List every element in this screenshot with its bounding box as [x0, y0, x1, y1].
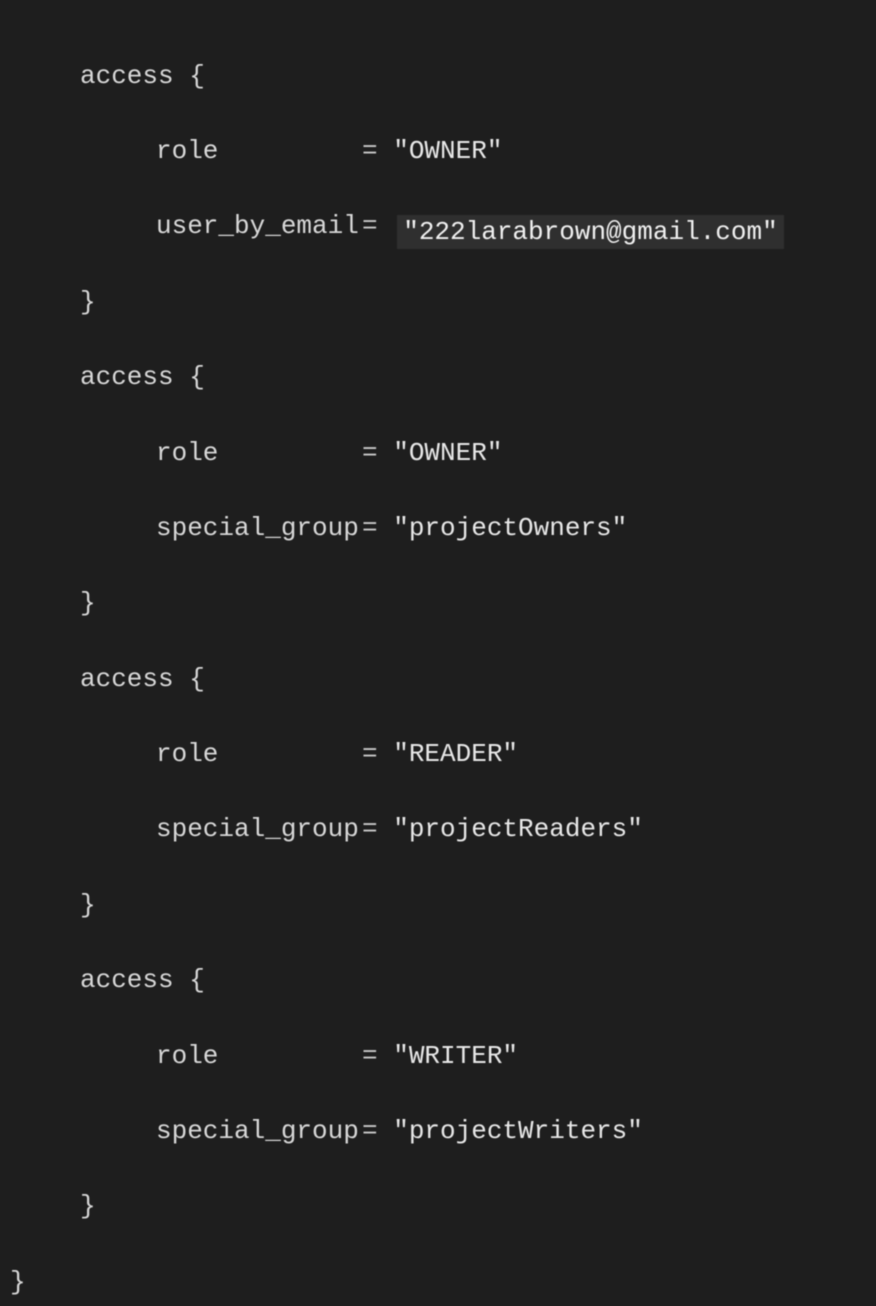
- code-line: special_group= "projectReaders": [0, 811, 876, 849]
- code-line: }: [0, 284, 876, 322]
- equals-sign: =: [362, 438, 378, 468]
- value-role: "WRITER": [393, 1041, 518, 1071]
- code-line: }: [0, 1188, 876, 1226]
- close-brace: }: [80, 287, 96, 317]
- value-special-group: "projectOwners": [393, 513, 627, 543]
- key-special-group: special_group: [156, 811, 362, 849]
- code-line: access {: [0, 962, 876, 1000]
- equals-sign: =: [362, 136, 378, 166]
- code-line: role= "OWNER": [0, 435, 876, 473]
- key-user-by-email: user_by_email: [156, 208, 362, 246]
- value-role: "OWNER": [393, 136, 502, 166]
- equals-sign: =: [362, 1116, 378, 1146]
- equals-sign: =: [362, 513, 378, 543]
- key-special-group: special_group: [156, 510, 362, 548]
- code-line: }: [0, 1264, 876, 1302]
- code-line: }: [0, 887, 876, 925]
- access-open: access {: [80, 965, 205, 995]
- code-line: special_group= "projectWriters": [0, 1113, 876, 1151]
- code-line: user_by_email= "222larabrown@gmail.com": [0, 208, 876, 246]
- value-email-highlight: "222larabrown@gmail.com": [397, 215, 783, 249]
- code-line: role= "OWNER": [0, 133, 876, 171]
- access-open: access {: [80, 61, 205, 91]
- code-line: access {: [0, 58, 876, 96]
- code-block: access { role= "OWNER" user_by_email= "2…: [0, 20, 876, 1306]
- close-brace: }: [80, 588, 96, 618]
- key-role: role: [156, 133, 362, 171]
- equals-sign: =: [362, 1041, 378, 1071]
- close-brace: }: [80, 1191, 96, 1221]
- value-special-group: "projectReaders": [393, 814, 643, 844]
- equals-sign: =: [362, 814, 378, 844]
- code-line: access {: [0, 661, 876, 699]
- key-role: role: [156, 1038, 362, 1076]
- value-role: "OWNER": [393, 438, 502, 468]
- access-open: access {: [80, 664, 205, 694]
- final-close-brace: }: [10, 1267, 26, 1297]
- equals-sign: =: [362, 211, 378, 241]
- code-line: }: [0, 585, 876, 623]
- access-open: access {: [80, 362, 205, 392]
- code-line: role= "READER": [0, 736, 876, 774]
- key-role: role: [156, 435, 362, 473]
- value-special-group: "projectWriters": [393, 1116, 643, 1146]
- code-line: special_group= "projectOwners": [0, 510, 876, 548]
- close-brace: }: [80, 890, 96, 920]
- key-special-group: special_group: [156, 1113, 362, 1151]
- code-line: access {: [0, 359, 876, 397]
- equals-sign: =: [362, 739, 378, 769]
- value-role: "READER": [393, 739, 518, 769]
- code-line: role= "WRITER": [0, 1038, 876, 1076]
- key-role: role: [156, 736, 362, 774]
